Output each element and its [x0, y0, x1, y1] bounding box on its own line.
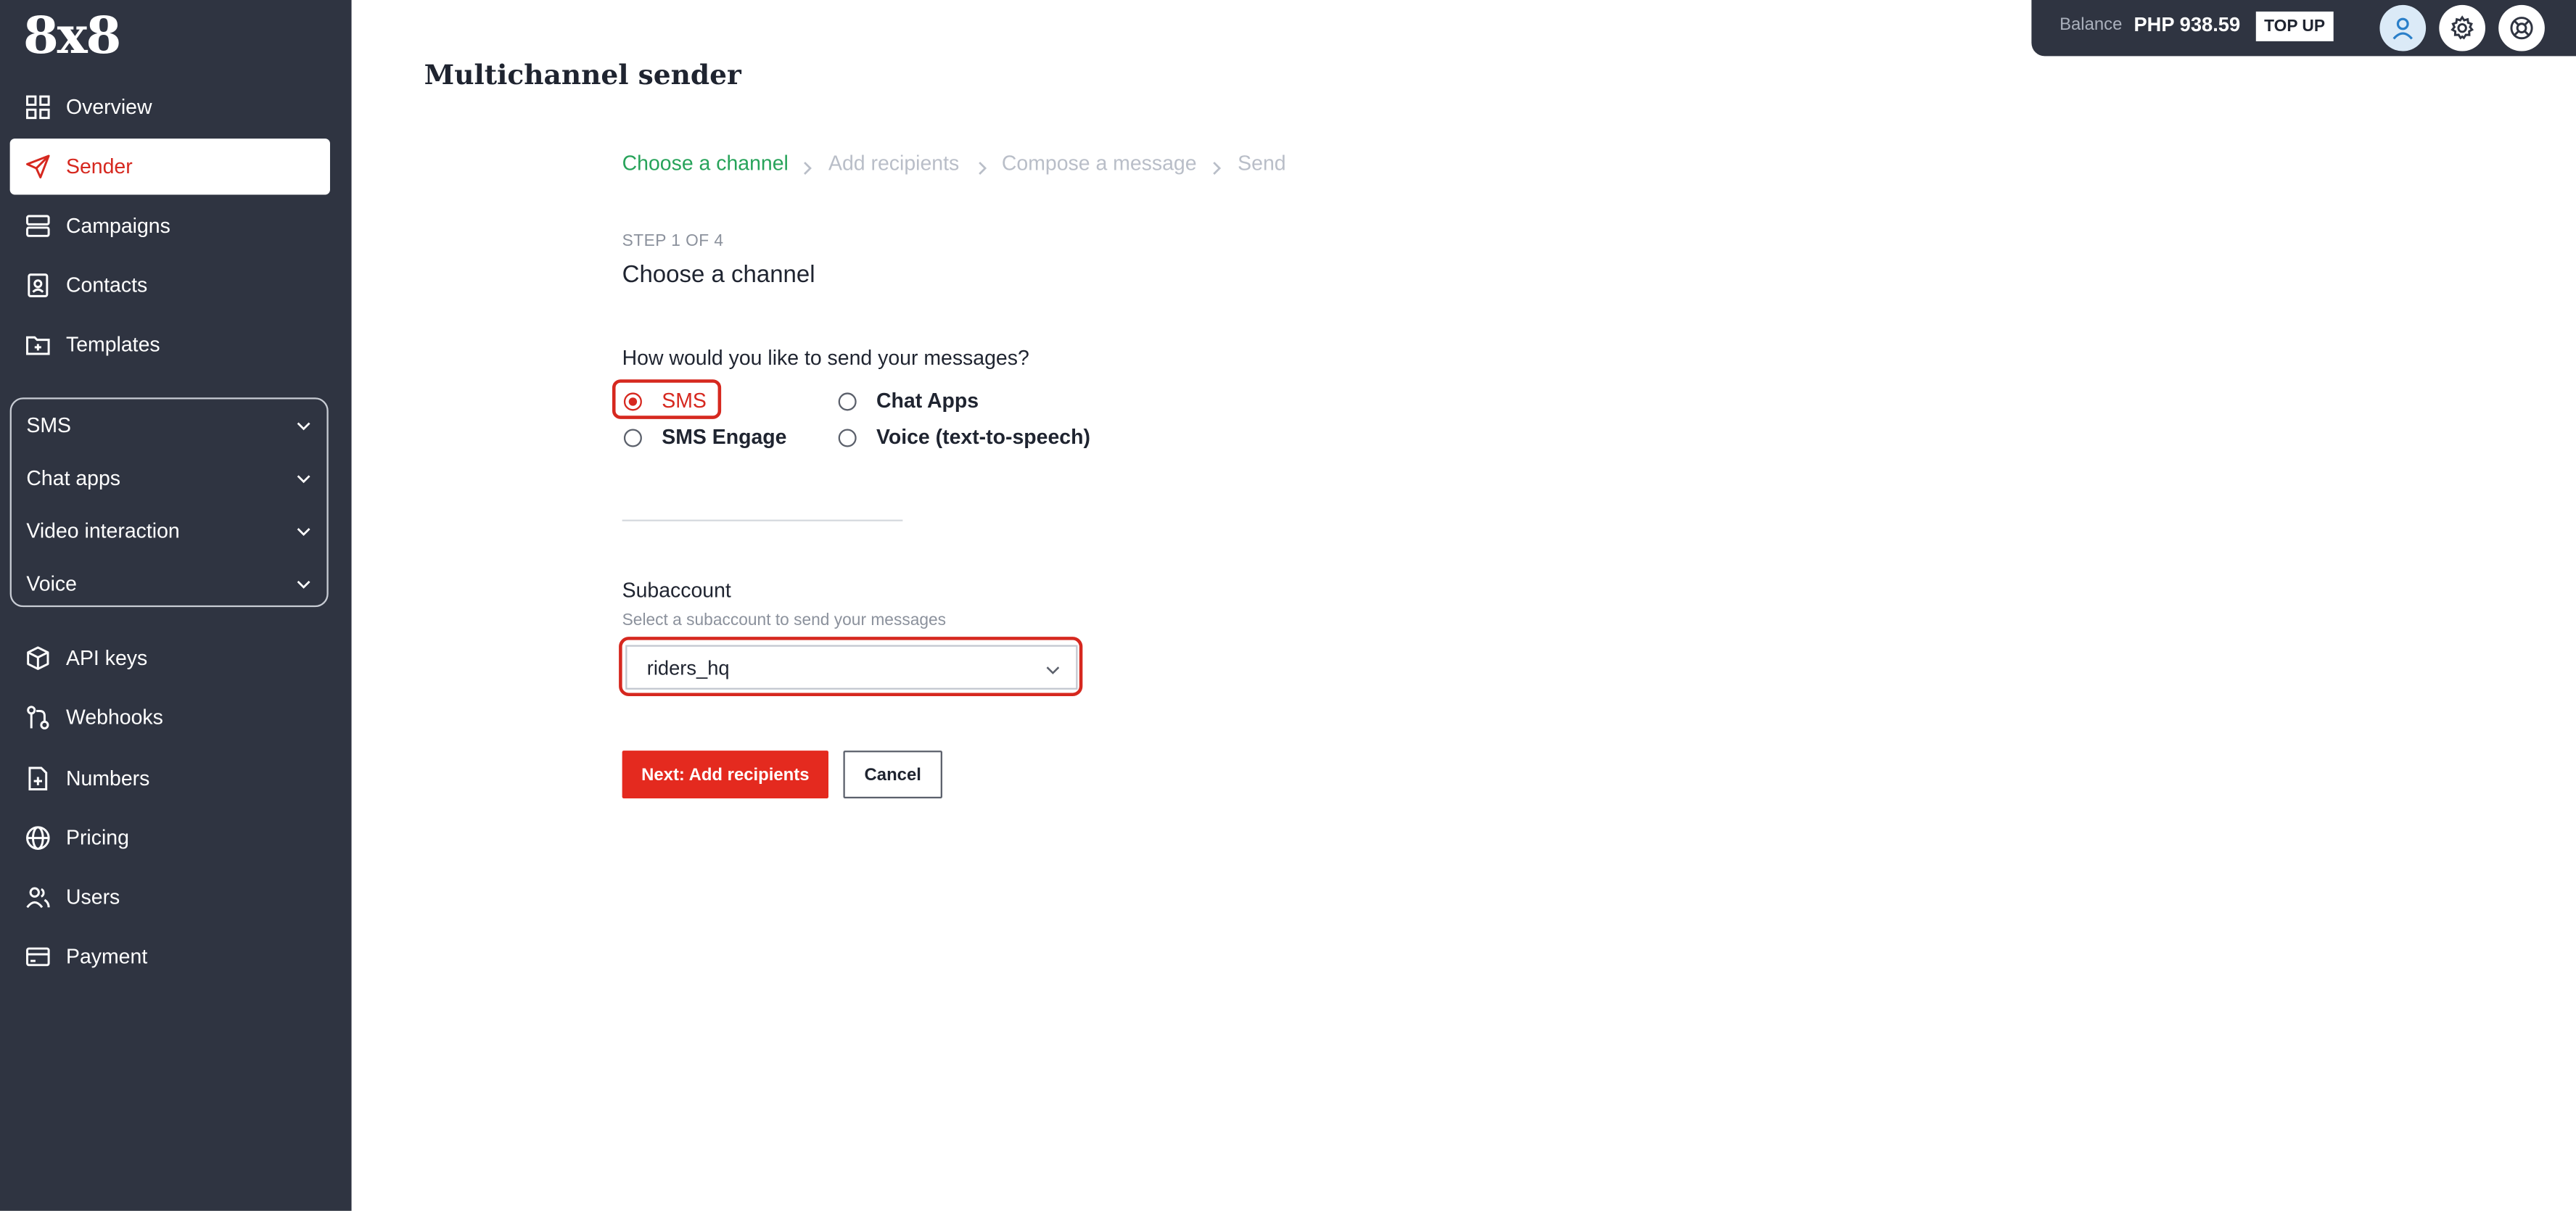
sidebar-item-label: Users	[65, 885, 120, 909]
group-item-label: SMS	[26, 413, 72, 437]
section-divider	[622, 519, 903, 521]
subaccount-select[interactable]: riders_hq	[625, 645, 1078, 690]
cancel-button[interactable]: Cancel	[843, 751, 942, 799]
subaccount-help-text: Select a subaccount to send your message…	[622, 611, 947, 631]
radio-option-voice[interactable]: Voice (text-to-speech)	[838, 425, 1090, 449]
app-logo[interactable]: 8x8	[23, 7, 122, 66]
breadcrumb-step-send[interactable]: Send	[1238, 152, 1285, 175]
radio-option-sms-engage[interactable]: SMS Engage	[623, 425, 787, 449]
radio-label: Chat Apps	[876, 389, 979, 413]
step-title: Choose a channel	[622, 262, 815, 289]
webhook-icon	[25, 704, 51, 730]
sidebar-item-users[interactable]: Users	[10, 869, 330, 925]
page-title: Multichannel sender	[424, 59, 741, 91]
sidebar-item-overview[interactable]: Overview	[10, 79, 330, 135]
gear-icon	[2449, 15, 2475, 41]
chevron-down-icon	[295, 470, 312, 487]
sidebar-item-pricing[interactable]: Pricing	[10, 810, 330, 866]
chevron-down-icon	[295, 418, 312, 434]
radio-unchecked-icon	[838, 428, 857, 447]
sidebar: 8x8 Overview Sender Campaigns Contacts T…	[0, 0, 352, 1211]
breadcrumb-step-compose-message[interactable]: Compose a message	[1002, 152, 1197, 175]
group-item-label: Voice	[26, 572, 77, 596]
sidebar-item-payment[interactable]: Payment	[10, 929, 330, 985]
next-add-recipients-button[interactable]: Next: Add recipients	[622, 751, 828, 799]
group-item-voice[interactable]: Voice	[26, 566, 312, 602]
group-item-sms[interactable]: SMS	[26, 408, 312, 444]
settings-button[interactable]	[2439, 4, 2485, 51]
chevron-right-icon	[974, 155, 990, 175]
globe-icon	[25, 824, 51, 851]
sidebar-item-label: Numbers	[65, 766, 150, 790]
group-item-chat-apps[interactable]: Chat apps	[26, 460, 312, 497]
grid-icon	[25, 94, 51, 120]
campaigns-icon	[25, 212, 51, 239]
step-indicator: STEP 1 OF 4	[622, 232, 724, 251]
sidebar-item-api-keys[interactable]: API keys	[10, 630, 330, 686]
subaccount-selected-value: riders_hq	[646, 656, 730, 679]
card-icon	[25, 943, 51, 970]
numbers-icon	[25, 766, 51, 792]
help-button[interactable]	[2498, 4, 2545, 51]
chevron-right-icon	[1208, 155, 1225, 175]
radio-label: SMS	[662, 389, 707, 413]
radio-option-chat-apps[interactable]: Chat Apps	[838, 389, 979, 413]
chevron-down-icon	[295, 523, 312, 540]
sidebar-item-templates[interactable]: Templates	[10, 317, 330, 373]
sidebar-item-label: Overview	[65, 95, 152, 119]
group-item-video-interaction[interactable]: Video interaction	[26, 513, 312, 549]
channel-question: How would you like to send your messages…	[622, 346, 1029, 370]
sidebar-item-label: Contacts	[65, 273, 148, 297]
group-item-label: Video interaction	[26, 519, 180, 543]
breadcrumb-step-add-recipients[interactable]: Add recipients	[828, 152, 959, 175]
radio-label: Voice (text-to-speech)	[876, 425, 1090, 449]
sidebar-item-numbers[interactable]: Numbers	[10, 751, 330, 806]
chevron-down-icon	[295, 576, 312, 592]
lifebuoy-icon	[2509, 15, 2535, 41]
sidebar-item-label: API keys	[65, 646, 148, 670]
radio-label: SMS Engage	[662, 425, 787, 449]
cube-icon	[25, 645, 51, 671]
top-up-button[interactable]: TOP UP	[2255, 11, 2334, 41]
users-icon	[25, 884, 51, 910]
chevron-down-icon	[1045, 660, 1061, 677]
group-item-label: Chat apps	[26, 466, 121, 490]
subaccount-label: Subaccount	[622, 579, 731, 603]
sidebar-item-sender[interactable]: Sender	[9, 139, 330, 195]
radio-checked-icon	[623, 392, 642, 410]
sidebar-item-label: Webhooks	[65, 706, 163, 730]
sidebar-item-webhooks[interactable]: Webhooks	[10, 690, 330, 745]
chevron-right-icon	[799, 155, 815, 175]
sidebar-item-contacts[interactable]: Contacts	[10, 257, 330, 313]
radio-unchecked-icon	[838, 392, 857, 410]
radio-unchecked-icon	[623, 428, 642, 447]
sidebar-item-label: Templates	[65, 333, 160, 357]
channel-group: SMS Chat apps Video interaction Voice	[9, 397, 329, 608]
sidebar-item-campaigns[interactable]: Campaigns	[10, 198, 330, 254]
account-topbar: Balance PHP 938.59 TOP UP	[2031, 0, 2576, 57]
templates-icon	[25, 331, 51, 357]
sidebar-item-label: Payment	[65, 945, 148, 969]
sidebar-item-label: Sender	[65, 154, 133, 178]
sidebar-item-label: Pricing	[65, 826, 129, 850]
balance-value: PHP 938.59	[2133, 13, 2241, 37]
breadcrumb-step-choose-channel[interactable]: Choose a channel	[622, 152, 789, 175]
radio-option-sms[interactable]: SMS	[623, 389, 707, 413]
send-icon	[25, 154, 51, 180]
sidebar-item-label: Campaigns	[65, 214, 170, 238]
user-icon	[2390, 15, 2416, 41]
balance-label: Balance	[2059, 15, 2123, 35]
contacts-icon	[25, 272, 51, 298]
user-profile-button[interactable]	[2379, 4, 2427, 51]
